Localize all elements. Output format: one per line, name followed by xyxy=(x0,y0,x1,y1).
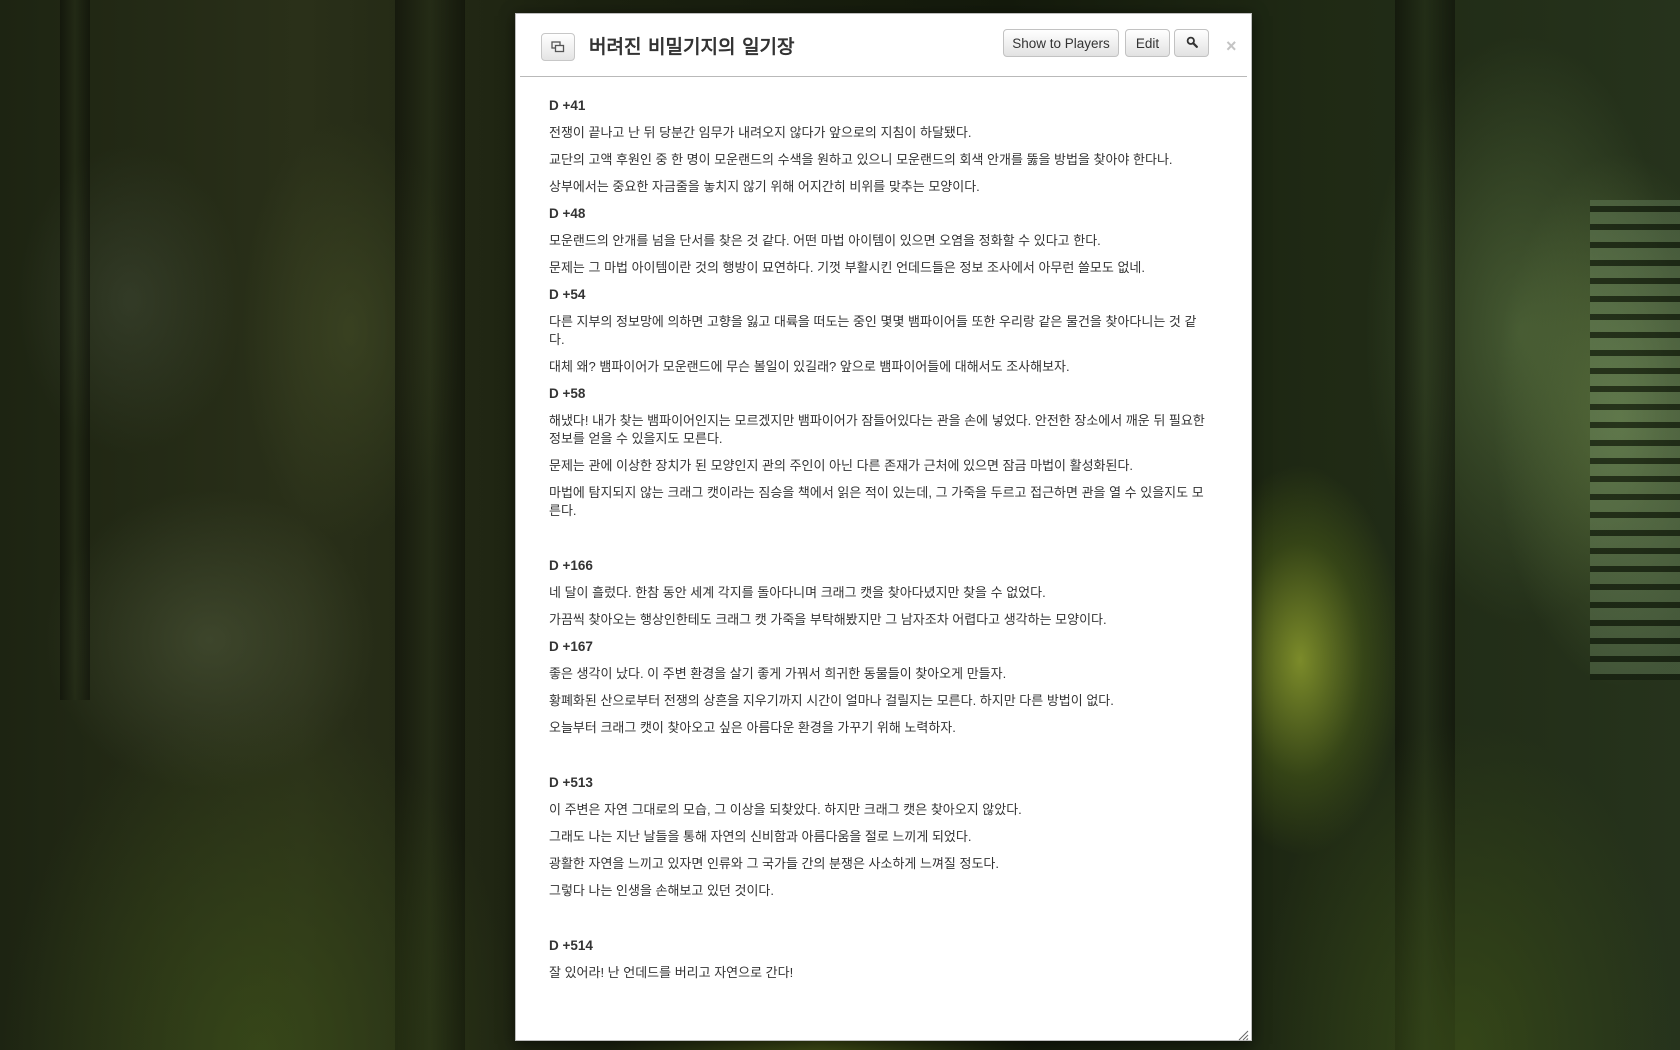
entry-day-heading: D +54 xyxy=(549,287,586,302)
bg-plants-right xyxy=(1250,720,1680,1050)
entry-paragraph: 가끔씩 찾아오는 행상인한테도 크래그 캣 가죽을 부탁해봤지만 그 남자조차 … xyxy=(549,612,1107,627)
resize-grip-icon[interactable] xyxy=(1237,1026,1249,1041)
entry-paragraph: 잘 있어라! 난 언데드를 버리고 자연으로 간다! xyxy=(549,965,794,980)
journal-entry: D +166 네 달이 흘렀다. 한참 동안 세계 각지를 돌아다니며 크래그 캣… xyxy=(549,557,1209,629)
journal-dialog: 버려진 비밀기지의 일기장 Show to Players Edit × D +… xyxy=(515,13,1252,1041)
journal-entry: D +514 잘 있어라! 난 언데드를 버리고 자연으로 간다! xyxy=(549,937,1209,982)
entry-paragraph: 좋은 생각이 났다. 이 주변 환경을 살기 좋게 가꿔서 희귀한 동물들이 찾… xyxy=(549,666,1007,681)
edit-button[interactable]: Edit xyxy=(1125,29,1170,57)
entry-day-heading: D +41 xyxy=(549,98,586,113)
journal-entry: D +58 해냈다! 내가 찾는 뱀파이어인지는 모르겠지만 뱀파이어가 잠들어있… xyxy=(549,385,1209,520)
entry-spacer xyxy=(549,909,1209,937)
entry-day-heading: D +166 xyxy=(549,558,593,573)
bg-window-blinds xyxy=(1590,200,1680,680)
journal-content: D +41 전쟁이 끝나고 난 뒤 당분간 임무가 내려오지 않다가 앞으로의 지… xyxy=(549,97,1209,991)
entry-paragraph: 상부에서는 중요한 자금줄을 놓치지 않기 위해 어지간히 비위를 맞추는 모양… xyxy=(549,179,980,194)
entry-paragraph: 교단의 고액 후원인 중 한 명이 모운랜드의 수색을 원하고 있으니 모운랜드… xyxy=(549,152,1173,167)
entry-paragraph: 해냈다! 내가 찾는 뱀파이어인지는 모르겠지만 뱀파이어가 잠들어있다는 관을… xyxy=(549,413,1205,446)
entry-paragraph: 그렇다 나는 인생을 손해보고 있던 것이다. xyxy=(549,883,774,898)
popout-button[interactable] xyxy=(541,33,575,61)
entry-day-heading: D +514 xyxy=(549,938,593,953)
search-icon xyxy=(1186,36,1198,51)
entry-paragraph: 모운랜드의 안개를 넘을 단서를 찾은 것 같다. 어떤 마법 아이템이 있으면… xyxy=(549,233,1101,248)
journal-entry: D +48 모운랜드의 안개를 넘을 단서를 찾은 것 같다. 어떤 마법 아이템… xyxy=(549,205,1209,277)
search-button[interactable] xyxy=(1174,29,1209,57)
entry-paragraph: 다른 지부의 정보망에 의하면 고향을 잃고 대륙을 떠도는 중인 몇몇 뱀파이… xyxy=(549,314,1197,347)
show-to-players-button[interactable]: Show to Players xyxy=(1003,29,1119,57)
entry-paragraph: 문제는 관에 이상한 장치가 된 모양인지 관의 주인이 아닌 다른 존재가 근… xyxy=(549,458,1134,473)
entry-paragraph: 네 달이 흘렀다. 한참 동안 세계 각지를 돌아다니며 크래그 캣을 찾아다녔… xyxy=(549,585,1046,600)
entry-day-heading: D +58 xyxy=(549,386,586,401)
dialog-title: 버려진 비밀기지의 일기장 xyxy=(589,36,795,58)
popout-icon xyxy=(551,38,565,57)
journal-entry: D +41 전쟁이 끝나고 난 뒤 당분간 임무가 내려오지 않다가 앞으로의 지… xyxy=(549,97,1209,196)
journal-entry: D +54 다른 지부의 정보망에 의하면 고향을 잃고 대륙을 떠도는 중인 몇… xyxy=(549,286,1209,376)
entry-spacer xyxy=(549,746,1209,774)
entry-day-heading: D +513 xyxy=(549,775,593,790)
entry-paragraph: 대체 왜? 뱀파이어가 모운랜드에 무슨 볼일이 있길래? 앞으로 뱀파이어들에… xyxy=(549,359,1070,374)
journal-entry: D +513 이 주변은 자연 그대로의 모습, 그 이상을 되찾았다. 하지만 … xyxy=(549,774,1209,900)
bg-plants-left xyxy=(0,700,520,1050)
bg-pillar-far-left xyxy=(60,0,90,700)
entry-paragraph: 마법에 탐지되지 않는 크래그 캣이라는 짐승을 책에서 읽은 적이 있는데, … xyxy=(549,485,1204,518)
entry-paragraph: 광활한 자연을 느끼고 있자면 인류와 그 국가들 간의 분쟁은 사소하게 느껴… xyxy=(549,856,999,871)
entry-paragraph: 황폐화된 산으로부터 전쟁의 상흔을 지우기까지 시간이 얼마나 걸릴지는 모른… xyxy=(549,693,1114,708)
entry-day-heading: D +48 xyxy=(549,206,586,221)
entry-paragraph: 이 주변은 자연 그대로의 모습, 그 이상을 되찾았다. 하지만 크래그 캣은… xyxy=(549,802,1022,817)
entry-paragraph: 오늘부터 크래그 캣이 찾아오고 싶은 아름다운 환경을 가꾸기 위해 노력하자… xyxy=(549,720,956,735)
entry-paragraph: 문제는 그 마법 아이템이란 것의 행방이 묘연하다. 기껏 부활시킨 언데드들… xyxy=(549,260,1145,275)
entry-paragraph: 그래도 나는 지난 날들을 통해 자연의 신비함과 아름다움을 절로 느끼게 되… xyxy=(549,829,972,844)
journal-entry: D +167 좋은 생각이 났다. 이 주변 환경을 살기 좋게 가꿔서 희귀한 … xyxy=(549,638,1209,737)
entry-paragraph: 전쟁이 끝나고 난 뒤 당분간 임무가 내려오지 않다가 앞으로의 지침이 하달… xyxy=(549,125,972,140)
dialog-header: 버려진 비밀기지의 일기장 Show to Players Edit × xyxy=(516,14,1251,76)
close-icon[interactable]: × xyxy=(1226,37,1237,55)
entry-day-heading: D +167 xyxy=(549,639,593,654)
entry-spacer xyxy=(549,529,1209,557)
header-divider xyxy=(520,76,1247,77)
